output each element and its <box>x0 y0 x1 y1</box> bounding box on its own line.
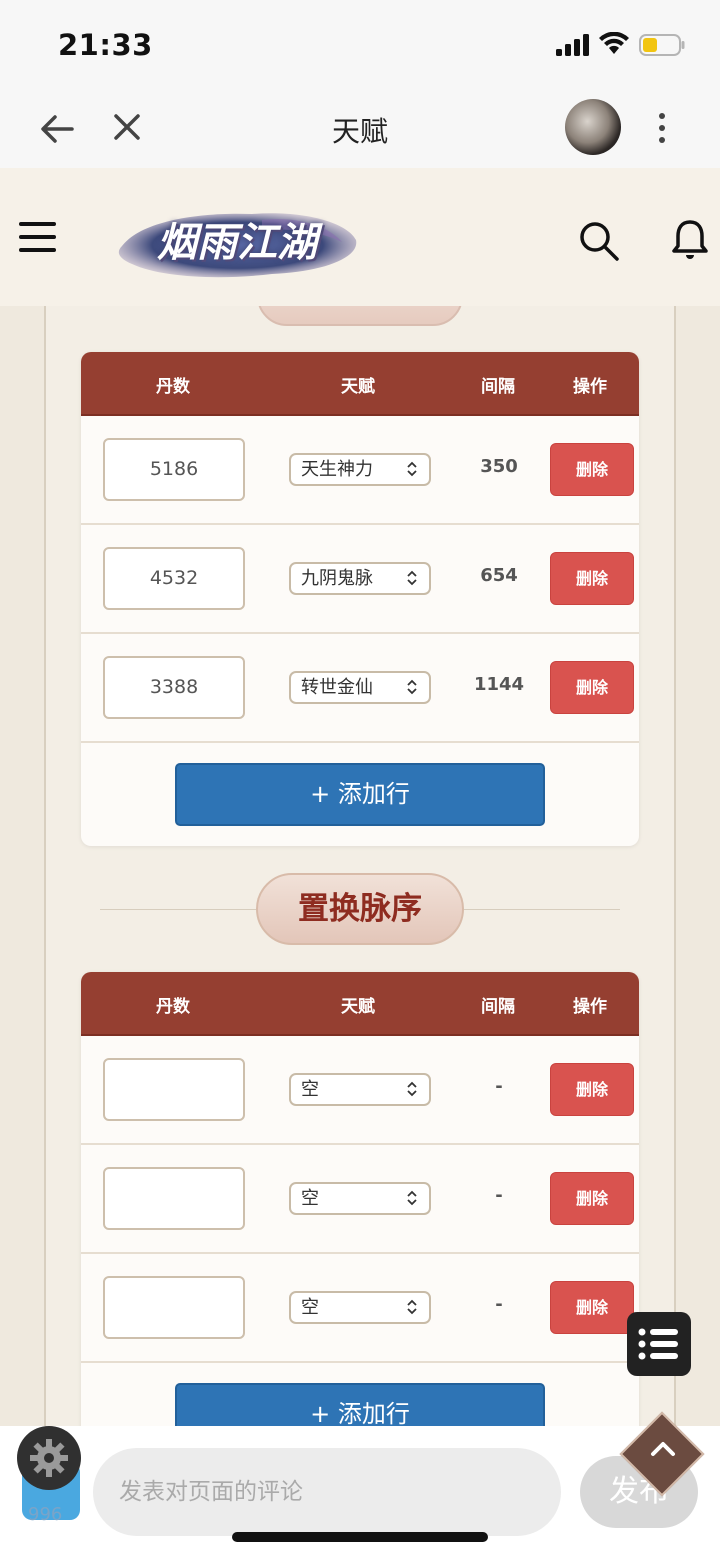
dan-input[interactable] <box>103 1276 245 1339</box>
status-time: 21:33 <box>58 28 153 62</box>
battery-icon <box>639 34 685 56</box>
section-title: 置换脉序 <box>256 873 464 945</box>
header-talent: 天赋 <box>341 997 375 1017</box>
talent-select[interactable]: 空 <box>289 1291 431 1324</box>
header-dan: 丹数 <box>156 997 190 1017</box>
header-talent: 天赋 <box>341 377 375 397</box>
talent-select[interactable]: 转世金仙 <box>289 671 431 704</box>
interval-value: - <box>495 1185 503 1206</box>
delete-button[interactable]: 删除 <box>550 661 634 714</box>
dan-input[interactable]: 4532 <box>103 547 245 610</box>
add-row-button[interactable]: + 添加行 <box>175 763 545 826</box>
table-row: 空 - 删除 <box>81 1145 639 1254</box>
interval-value: 1144 <box>473 674 525 695</box>
dan-input[interactable]: 3388 <box>103 656 245 719</box>
select-caret-icon <box>407 461 417 477</box>
header-interval: 间隔 <box>481 997 515 1017</box>
table-row: 5186 天生神力 350 删除 <box>81 416 639 525</box>
header-action: 操作 <box>573 377 607 397</box>
interval-value: - <box>495 1294 503 1315</box>
more-options-icon[interactable] <box>650 108 674 148</box>
delete-button[interactable]: 删除 <box>550 552 634 605</box>
status-bar: 21:33 <box>0 0 720 88</box>
comment-input[interactable]: 发表对页面的评论 <box>93 1448 561 1536</box>
select-caret-icon <box>407 1299 417 1315</box>
select-caret-icon <box>407 679 417 695</box>
table-of-contents-button[interactable] <box>627 1312 691 1376</box>
talent-select-value: 天生神力 <box>301 459 373 480</box>
site-logo[interactable]: 烟雨江湖 <box>112 202 362 284</box>
cellular-signal-icon <box>556 34 589 56</box>
talent-select-value: 空 <box>301 1297 319 1318</box>
list-icon <box>638 1328 678 1360</box>
table-footer: + 添加行 <box>81 743 639 843</box>
dan-input[interactable]: 5186 <box>103 438 245 501</box>
add-row-button[interactable]: + 添加行 <box>175 1383 545 1426</box>
divider <box>464 909 620 910</box>
divider <box>100 909 256 910</box>
table-footer: + 添加行 <box>81 1363 639 1426</box>
section-title-pill-previous <box>257 306 463 326</box>
delete-button[interactable]: 删除 <box>550 443 634 496</box>
talent-select-value: 九阴鬼脉 <box>301 568 373 589</box>
talent-select[interactable]: 空 <box>289 1182 431 1215</box>
dan-input[interactable] <box>103 1167 245 1230</box>
table-row: 空 - 删除 <box>81 1254 639 1363</box>
interval-value: 350 <box>480 456 518 477</box>
talent-select-value: 空 <box>301 1188 319 1209</box>
talent-select[interactable]: 九阴鬼脉 <box>289 562 431 595</box>
gear-icon <box>30 1439 68 1477</box>
interval-value: 654 <box>480 565 518 586</box>
talent-select-value: 空 <box>301 1079 319 1100</box>
select-caret-icon <box>407 1081 417 1097</box>
talent-table-2: 丹数 天赋 间隔 操作 空 - 删除 空 - 删除 空 - 删除 + 添加行 <box>81 972 639 1426</box>
avatar[interactable] <box>565 99 621 155</box>
hamburger-menu-icon[interactable] <box>18 220 58 254</box>
header-action: 操作 <box>573 997 607 1017</box>
talent-select-value: 转世金仙 <box>301 677 373 698</box>
header-dan: 丹数 <box>156 377 190 397</box>
table-row: 3388 转世金仙 1144 删除 <box>81 634 639 743</box>
table-row: 4532 九阴鬼脉 654 删除 <box>81 525 639 634</box>
home-indicator <box>232 1532 488 1542</box>
interval-value: - <box>495 1076 503 1097</box>
delete-button[interactable]: 删除 <box>550 1281 634 1334</box>
talent-table-1: 丹数 天赋 间隔 操作 5186 天生神力 350 删除 4532 九阴鬼脉 6… <box>81 352 639 846</box>
talent-select[interactable]: 空 <box>289 1073 431 1106</box>
delete-button[interactable]: 删除 <box>550 1172 634 1225</box>
site-header: 烟雨江湖 <box>0 168 720 306</box>
delete-button[interactable]: 删除 <box>550 1063 634 1116</box>
notification-bell-icon[interactable] <box>670 218 710 262</box>
dan-input[interactable] <box>103 1058 245 1121</box>
logo-text: 烟雨江湖 <box>157 219 317 266</box>
nav-bar: 天赋 <box>0 88 720 168</box>
table-header: 丹数 天赋 间隔 操作 <box>81 972 639 1036</box>
search-icon[interactable] <box>578 220 620 262</box>
select-caret-icon <box>407 570 417 586</box>
wifi-icon <box>599 32 629 54</box>
table-row: 空 - 删除 <box>81 1036 639 1145</box>
select-caret-icon <box>407 1190 417 1206</box>
page-content: 丹数 天赋 间隔 操作 5186 天生神力 350 删除 4532 九阴鬼脉 6… <box>0 306 720 1426</box>
app-badge-text: 996 <box>28 1504 63 1525</box>
header-interval: 间隔 <box>481 377 515 397</box>
talent-select[interactable]: 天生神力 <box>289 453 431 486</box>
chevron-up-icon <box>651 1442 675 1456</box>
table-header: 丹数 天赋 间隔 操作 <box>81 352 639 416</box>
